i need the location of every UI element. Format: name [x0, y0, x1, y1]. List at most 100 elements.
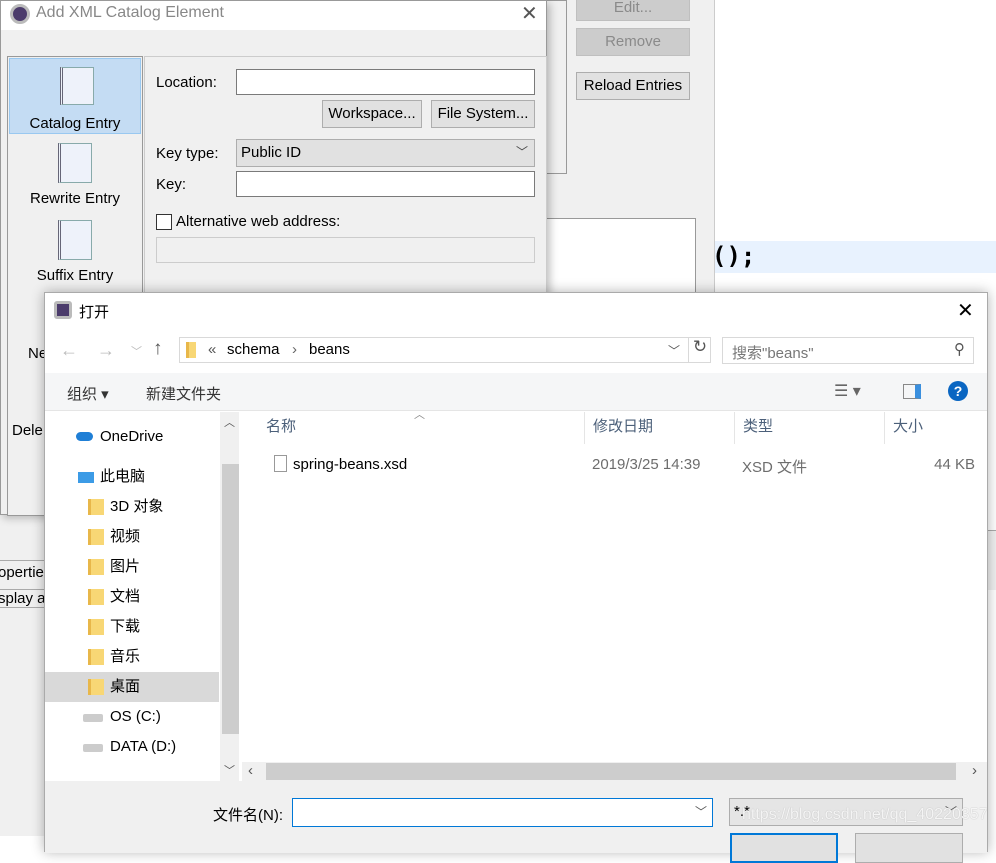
nav-item-this-pc[interactable]: 此电脑 — [45, 462, 219, 492]
file-system-button[interactable]: File System... — [431, 100, 535, 128]
nav-label: OneDrive — [100, 428, 164, 445]
editor-code: (); — [712, 242, 756, 270]
file-icon — [274, 455, 287, 472]
nav-item-data-d[interactable]: DATA (D:) — [45, 732, 219, 762]
nav-item-3d-objects[interactable]: 3D 对象 — [45, 492, 219, 522]
horizontal-scrollbar[interactable]: ‹ › — [242, 762, 987, 781]
organize-button[interactable]: 组织 ▾ — [67, 383, 109, 404]
navigation-pane: OneDrive 此电脑 3D 对象 视频 图片 文档 下载 音乐 桌面 OS … — [45, 412, 241, 781]
scroll-left-icon[interactable]: ‹ — [248, 762, 253, 779]
file-type: XSD 文件 — [742, 459, 808, 476]
nav-scrollbar-thumb[interactable] — [222, 464, 239, 734]
video-folder-icon — [88, 529, 104, 545]
nav-item-desktop[interactable]: 桌面 — [45, 672, 219, 702]
location-input[interactable] — [236, 69, 535, 95]
details-box — [545, 218, 696, 298]
search-icon: ⚲ — [954, 341, 965, 358]
nav-label: 图片 — [110, 558, 141, 575]
filename-label: 文件名(N): — [213, 807, 283, 824]
key-type-value: Public ID — [241, 144, 302, 161]
drive-icon — [83, 714, 103, 722]
breadcrumb-schema[interactable]: schema — [227, 341, 280, 358]
cancel-button[interactable] — [855, 833, 963, 863]
nav-scrollbar[interactable]: ︿ ﹀ — [220, 412, 239, 781]
dialog-title: Add XML Catalog Element — [36, 4, 224, 21]
help-icon[interactable]: ? — [948, 381, 968, 401]
computer-icon — [78, 472, 94, 483]
nav-item-documents[interactable]: 文档 — [45, 582, 219, 612]
key-type-label: Key type: — [156, 145, 219, 162]
watermark: https://blog.csdn.net/qq_40220357 — [742, 806, 988, 823]
display-text: splay a — [0, 589, 48, 608]
horizontal-scrollbar-thumb[interactable] — [266, 763, 956, 780]
nav-label: 桌面 — [110, 678, 141, 695]
workspace-button[interactable]: Workspace... — [322, 100, 422, 128]
column-size[interactable]: 大小 — [884, 412, 984, 444]
scroll-down-icon[interactable]: ﹀ — [224, 762, 235, 778]
address-dropdown-icon[interactable]: ﹀ — [668, 342, 680, 359]
suffix-entry-icon — [58, 220, 92, 260]
reload-entries-button[interactable]: Reload Entries — [576, 72, 690, 100]
breadcrumb-overflow[interactable]: « — [208, 341, 216, 358]
location-label: Location: — [156, 74, 217, 91]
nav-label: DATA (D:) — [110, 738, 177, 755]
file-name: spring-beans.xsd — [293, 456, 408, 473]
search-input[interactable]: 搜索"beans" ⚲ — [722, 337, 974, 364]
properties-tab[interactable]: opertie — [0, 564, 48, 581]
3d-folder-icon — [88, 499, 104, 515]
open-eclipse-icon — [54, 301, 72, 319]
column-modified[interactable]: 修改日期 — [584, 412, 653, 444]
up-button[interactable]: ↑ — [153, 338, 163, 360]
nav-label: 下载 — [110, 618, 141, 635]
desktop-folder-icon — [88, 679, 104, 695]
title-bar: Add XML Catalog Element ✕ — [1, 1, 546, 30]
column-name[interactable]: 名称 — [258, 412, 296, 444]
rewrite-entry-icon — [58, 143, 92, 183]
scroll-up-icon[interactable]: ︿ — [224, 414, 235, 430]
new-folder-button[interactable]: 新建文件夹 — [146, 383, 221, 404]
rewrite-entry-item[interactable]: Rewrite Entry — [8, 190, 142, 207]
alt-web-input — [156, 237, 535, 263]
catalog-entry-icon — [60, 67, 94, 105]
preview-pane-icon[interactable] — [903, 384, 921, 399]
catalog-entry-item[interactable]: Catalog Entry — [9, 58, 141, 134]
forward-button[interactable]: → — [97, 340, 115, 361]
nav-item-videos[interactable]: 视频 — [45, 522, 219, 552]
open-button[interactable] — [730, 833, 838, 863]
filename-input[interactable]: ﹀ — [292, 798, 713, 827]
editor-highlight-line — [715, 241, 996, 273]
address-bar[interactable]: « schema › beans ﹀ ↻ — [179, 337, 711, 363]
entries-list-box — [545, 0, 567, 174]
edit-button[interactable]: Edit... — [576, 0, 690, 21]
open-dialog: 打开 ✕ ← → ﹀ ↑ « schema › beans ﹀ ↻ 搜索"bea… — [44, 292, 988, 863]
eclipse-icon — [10, 4, 30, 24]
folder-icon — [186, 342, 196, 358]
nav-item-onedrive[interactable]: OneDrive — [45, 422, 219, 452]
suffix-entry-item[interactable]: Suffix Entry — [8, 267, 142, 284]
pictures-folder-icon — [88, 559, 104, 575]
nav-item-pictures[interactable]: 图片 — [45, 552, 219, 582]
close-icon[interactable]: ✕ — [957, 298, 974, 323]
key-input[interactable] — [236, 171, 535, 197]
nav-item-downloads[interactable]: 下载 — [45, 612, 219, 642]
scroll-right-icon[interactable]: › — [972, 762, 977, 779]
breadcrumb-separator-icon: › — [292, 341, 297, 358]
file-row[interactable]: spring-beans.xsd 2019/3/25 14:39 XSD 文件 … — [242, 452, 982, 480]
column-type[interactable]: 类型 — [734, 412, 773, 444]
view-options-icon[interactable]: ☰ ▾ — [834, 381, 861, 401]
nav-item-os-c[interactable]: OS (C:) — [45, 702, 219, 732]
nav-item-music[interactable]: 音乐 — [45, 642, 219, 672]
search-placeholder: 搜索"beans" — [732, 345, 814, 362]
recent-locations-icon[interactable]: ﹀ — [131, 343, 142, 359]
close-icon[interactable]: ✕ — [521, 1, 538, 26]
alt-web-label: Alternative web address: — [176, 213, 341, 230]
delegate-item[interactable]: Dele — [12, 422, 43, 439]
documents-folder-icon — [88, 589, 104, 605]
back-button[interactable]: ← — [60, 340, 78, 361]
breadcrumb-beans[interactable]: beans — [309, 341, 350, 358]
nav-label: OS (C:) — [110, 708, 161, 725]
key-type-select[interactable]: Public ID ﹀ — [236, 139, 535, 167]
alt-web-checkbox[interactable] — [156, 214, 172, 230]
remove-button[interactable]: Remove — [576, 28, 690, 56]
refresh-icon[interactable]: ↻ — [688, 337, 711, 363]
